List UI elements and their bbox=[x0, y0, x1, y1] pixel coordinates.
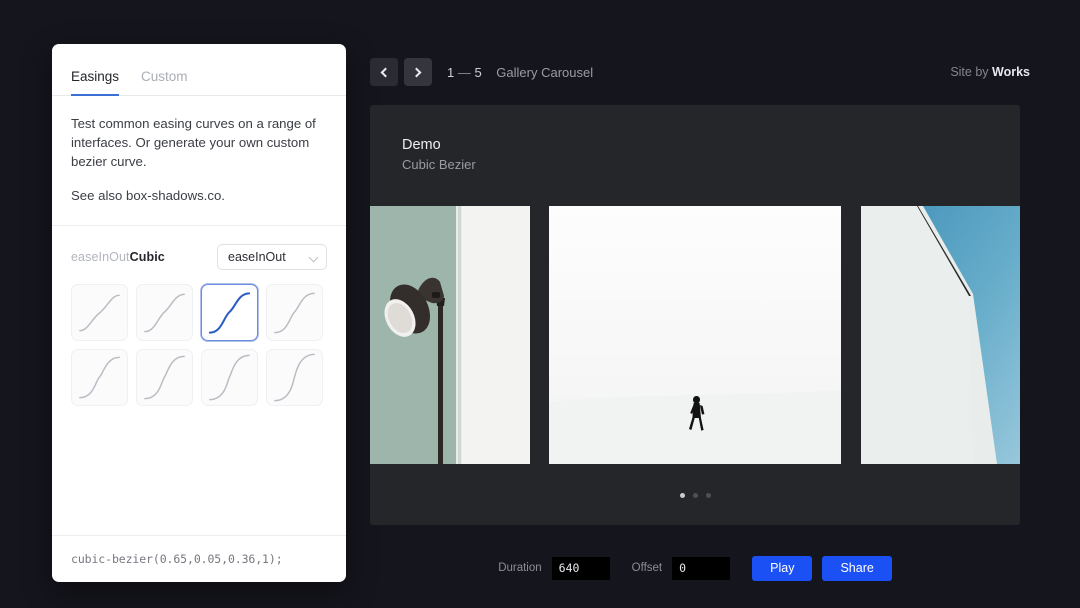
carousel-dots bbox=[370, 493, 1020, 498]
carousel-title: Gallery Carousel bbox=[496, 64, 594, 80]
easings-panel: Easings Custom Test common easing curves… bbox=[52, 44, 346, 582]
easing-name: easeInOutCubic bbox=[71, 250, 165, 264]
slide-counter: 1—5 bbox=[447, 65, 482, 80]
prev-slide-button[interactable] bbox=[370, 58, 398, 86]
duration-label: Duration bbox=[498, 562, 542, 574]
description-paragraph-2: See also box-shadows.co. bbox=[71, 188, 225, 203]
duration-input[interactable] bbox=[551, 556, 610, 580]
easing-curve-glyph bbox=[79, 356, 120, 398]
easing-curve-cell-7[interactable] bbox=[201, 349, 258, 406]
chevron-down-icon bbox=[310, 253, 319, 262]
site-credit-brand: Works bbox=[992, 65, 1030, 79]
easing-curve-cell-5[interactable] bbox=[71, 349, 128, 406]
carousel-dot-3[interactable] bbox=[705, 493, 711, 498]
tab-easings[interactable]: Easings bbox=[71, 69, 120, 96]
easing-curve-glyph bbox=[79, 294, 120, 331]
easing-name-prefix: easeInOut bbox=[71, 250, 130, 264]
tab-custom[interactable]: Custom bbox=[141, 69, 188, 96]
carousel-dot-1[interactable] bbox=[679, 493, 685, 498]
easing-type-select[interactable]: easeInOut bbox=[217, 244, 327, 270]
gallery-carousel bbox=[370, 206, 1020, 464]
next-slide-button[interactable] bbox=[404, 58, 432, 86]
easing-curve-glyph bbox=[208, 291, 251, 334]
demo-subtitle: Cubic Bezier bbox=[402, 157, 476, 172]
easing-curve-glyph bbox=[274, 292, 315, 333]
easing-selector-row: easeInOutCubic easeInOut bbox=[52, 226, 346, 270]
easing-curve-cell-2[interactable] bbox=[136, 284, 193, 341]
share-button[interactable]: Share bbox=[822, 555, 892, 581]
carousel-topbar: 1—5 Gallery Carousel Site by Works bbox=[370, 56, 1030, 88]
site-credit-prefix: Site by bbox=[950, 65, 989, 79]
easing-type-value: easeInOut bbox=[228, 250, 286, 264]
easing-name-suffix: Cubic bbox=[129, 250, 165, 264]
chevron-left-icon bbox=[380, 67, 391, 77]
offset-label: Offset bbox=[631, 562, 663, 574]
carousel-dot-2[interactable] bbox=[692, 493, 698, 498]
easing-curve-glyph bbox=[274, 353, 315, 401]
demo-heading: Demo Cubic Bezier bbox=[402, 136, 476, 174]
easing-curve-cell-1[interactable] bbox=[71, 284, 128, 341]
carousel-slide-walker-in-snow[interactable] bbox=[549, 206, 841, 464]
slide-index: 1 bbox=[447, 64, 455, 80]
counter-dash: — bbox=[457, 64, 472, 80]
site-credit[interactable]: Site by Works bbox=[950, 65, 1030, 79]
playback-controls: Duration Offset Play Share bbox=[370, 554, 1020, 582]
easing-curve-cell-4[interactable] bbox=[266, 284, 323, 341]
easing-curve-glyph bbox=[144, 355, 185, 399]
slide-total: 5 bbox=[474, 64, 483, 80]
play-button[interactable]: Play bbox=[752, 555, 813, 581]
panel-spacer bbox=[52, 406, 346, 535]
easing-curve-grid bbox=[52, 270, 346, 406]
offset-input[interactable] bbox=[672, 556, 731, 580]
panel-description: Test common easing curves on a range of … bbox=[52, 96, 346, 226]
walker-in-snow-image bbox=[549, 206, 841, 464]
demo-stage: Demo Cubic Bezier bbox=[370, 105, 1020, 525]
easing-curve-cell-3[interactable] bbox=[201, 284, 258, 341]
easing-curve-cell-8[interactable] bbox=[266, 349, 323, 406]
demo-title: Demo bbox=[402, 137, 441, 153]
description-paragraph-1: Test common easing curves on a range of … bbox=[71, 116, 316, 169]
white-building-blue-sky-image bbox=[861, 206, 1020, 464]
easing-curve-glyph bbox=[209, 354, 250, 400]
easing-curve-cell-6[interactable] bbox=[136, 349, 193, 406]
easing-curve-glyph bbox=[144, 293, 185, 332]
chevron-right-icon bbox=[411, 67, 422, 77]
lamp-on-green-wall-image bbox=[370, 206, 530, 464]
carousel-slide-white-building-blue-sky[interactable] bbox=[861, 206, 1020, 464]
bezier-code-output[interactable]: cubic-bezier(0.65,0.05,0.36,1); bbox=[52, 535, 346, 582]
carousel-slide-lamp-on-green-wall[interactable] bbox=[370, 206, 530, 464]
panel-tabs: Easings Custom bbox=[52, 44, 346, 96]
app-root: Easings Custom Test common easing curves… bbox=[0, 0, 1080, 608]
